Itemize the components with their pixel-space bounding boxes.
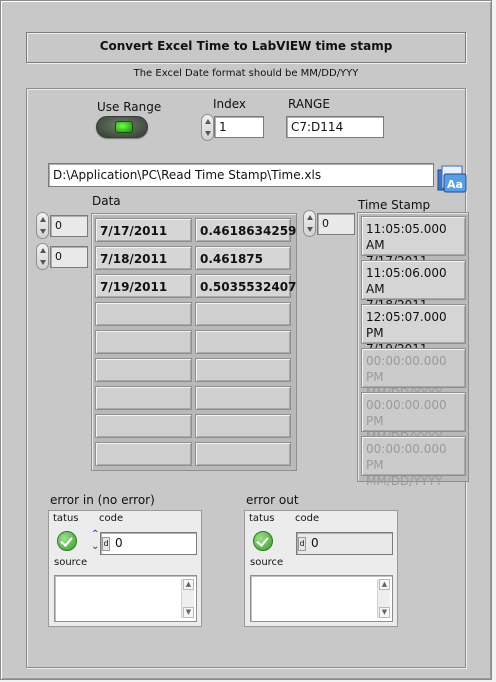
data-cell[interactable] xyxy=(195,302,291,326)
timestamp-index[interactable]: 0 xyxy=(317,213,355,235)
data-row-index-stepper[interactable] xyxy=(36,212,49,239)
timestamp-time: 00:00:00.000 PM xyxy=(366,398,447,428)
data-col-index-stepper[interactable] xyxy=(36,243,49,270)
error-in-source-label: source xyxy=(54,557,88,568)
scroll-up-icon[interactable]: ▲ xyxy=(183,579,194,590)
error-out-status-label: tatus xyxy=(249,513,275,524)
error-out-cluster: tatus code 0 d source ▲ ▼ xyxy=(244,510,398,627)
timestamp-time: 00:00:00.000 PM xyxy=(366,354,447,384)
data-cell[interactable] xyxy=(195,330,291,354)
data-cell[interactable]: 0.461875 xyxy=(195,246,291,270)
data-cell[interactable]: 7/17/2011 xyxy=(95,218,192,242)
data-cell[interactable] xyxy=(195,386,291,410)
code-down-icon[interactable]: ⌄ xyxy=(91,541,99,552)
data-cell[interactable] xyxy=(195,414,291,438)
svg-text:Aa: Aa xyxy=(447,178,463,191)
error-in-source-text[interactable]: ▲ ▼ xyxy=(54,575,197,622)
data-cell[interactable]: 0.5035532407 xyxy=(195,274,296,298)
error-out-source-label: source xyxy=(250,557,284,568)
error-in-cluster: tatus code ⌃ ⌄ 0 d source ▲ ▼ xyxy=(48,510,202,627)
scroll-down-icon[interactable]: ▼ xyxy=(379,607,390,618)
error-in-code-radix-icon[interactable]: d xyxy=(102,537,110,551)
timestamp-cell[interactable]: 00:00:00.000 PMMM/DD/YYYY xyxy=(361,348,466,400)
scroll-down-icon[interactable]: ▼ xyxy=(183,607,194,618)
data-col-index[interactable]: 0 xyxy=(50,246,88,268)
error-in-source-scrollbar[interactable]: ▲ ▼ xyxy=(181,579,194,618)
status-ok-icon xyxy=(253,531,273,551)
error-in-code-label: code xyxy=(99,513,124,524)
timestamp-time: 11:05:05.000 AM xyxy=(366,222,447,252)
range-label: RANGE xyxy=(288,97,330,111)
scroll-up-icon[interactable]: ▲ xyxy=(379,579,390,590)
data-cell[interactable] xyxy=(95,414,192,438)
timestamp-index-stepper[interactable] xyxy=(303,210,316,237)
timestamp-label: Time Stamp xyxy=(358,198,431,212)
error-out-code-radix-icon[interactable]: d xyxy=(298,537,306,551)
error-out-label: error out xyxy=(246,493,299,507)
timestamp-cell[interactable]: 11:05:05.000 AM7/17/2011 xyxy=(361,216,466,268)
file-path-input[interactable]: D:\Application\PC\Read Time Stamp\Time.x… xyxy=(48,163,434,187)
data-cell[interactable] xyxy=(95,358,192,382)
data-cell[interactable] xyxy=(95,330,192,354)
data-cell[interactable]: 7/19/2011 xyxy=(95,274,192,298)
file-browse-icon[interactable]: Aa xyxy=(436,164,468,194)
index-label: Index xyxy=(213,97,247,111)
error-in-code-input[interactable]: 0 xyxy=(100,532,197,555)
data-cell[interactable] xyxy=(195,442,291,466)
data-cell[interactable] xyxy=(95,302,192,326)
data-cell[interactable] xyxy=(95,442,192,466)
use-range-label: Use Range xyxy=(97,100,162,114)
data-label: Data xyxy=(92,194,121,208)
timestamp-cell[interactable]: 12:05:07.000 PM7/19/2011 xyxy=(361,304,466,356)
page-subtitle: The Excel Date format should be MM/DD/YY… xyxy=(133,68,359,79)
timestamp-cell[interactable]: 00:00:00.000 PMMM/DD/YYYY xyxy=(361,392,466,444)
range-input[interactable]: C7:D114 xyxy=(286,116,384,138)
index-input[interactable]: 1 xyxy=(214,116,264,138)
status-ok-icon[interactable] xyxy=(57,531,77,551)
data-cell[interactable] xyxy=(195,358,291,382)
use-range-toggle[interactable] xyxy=(96,116,148,138)
data-cell[interactable] xyxy=(95,386,192,410)
data-cell[interactable]: 7/18/2011 xyxy=(95,246,192,270)
error-in-status-label: tatus xyxy=(53,513,79,524)
timestamp-cell[interactable]: 00:00:00.000 PM MM/DD/YYYY xyxy=(361,436,466,488)
page-title: Convert Excel Time to LabVIEW time stamp xyxy=(99,39,393,53)
data-cell[interactable]: 0.4618634259 xyxy=(195,218,296,242)
timestamp-time: 12:05:07.000 PM xyxy=(366,310,447,340)
timestamp-time: 11:05:06.000 AM xyxy=(366,266,447,296)
error-in-label: error in (no error) xyxy=(50,493,155,507)
error-out-source-text: ▲ ▼ xyxy=(250,575,393,622)
toggle-led-icon xyxy=(115,121,133,133)
data-row-index[interactable]: 0 xyxy=(50,215,88,237)
code-updown-icon[interactable]: ⌃ xyxy=(91,529,99,540)
index-increment-decrement[interactable] xyxy=(201,114,214,141)
timestamp-time: 00:00:00.000 PM xyxy=(366,442,447,472)
error-out-code-label: code xyxy=(295,513,320,524)
timestamp-cell[interactable]: 11:05:06.000 AM7/18/2011 xyxy=(361,260,466,312)
error-out-code-value: 0 xyxy=(296,532,393,555)
error-out-source-scrollbar[interactable]: ▲ ▼ xyxy=(377,579,390,618)
timestamp-date: MM/DD/YYYY xyxy=(366,474,443,488)
